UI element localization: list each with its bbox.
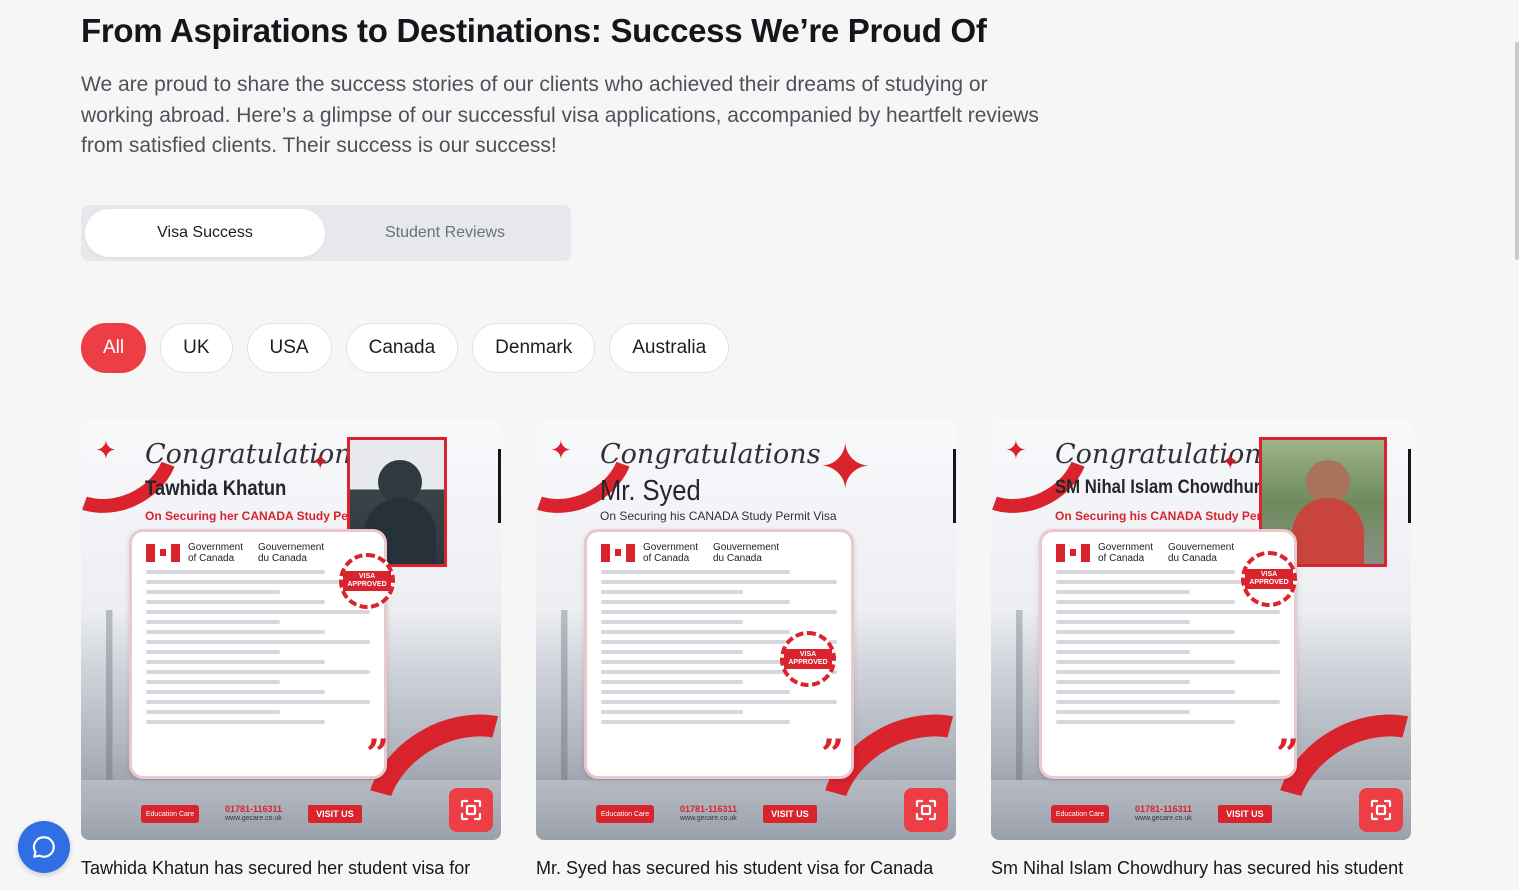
- poster-subline: On Securing his CANADA Study Permit Visa: [600, 509, 837, 523]
- visa-poster[interactable]: ✦ Congratulations ✦ SM Nihal Islam Chowd…: [991, 421, 1411, 840]
- visit-us-badge: VISIT US: [763, 805, 817, 823]
- chat-icon: [32, 836, 55, 858]
- expand-button[interactable]: [449, 788, 493, 832]
- maple-leaf-icon: ✦: [1221, 449, 1240, 474]
- visit-us-badge: VISIT US: [308, 805, 362, 823]
- scrollbar-thumb[interactable]: [1515, 42, 1519, 260]
- expand-icon: [1370, 799, 1392, 821]
- poster-contact: 01781-116311 www.gecare.co.uk: [225, 804, 283, 822]
- maple-leaf-icon: ✦: [818, 431, 872, 503]
- gov-fr: Gouvernement du Canada: [1168, 542, 1235, 564]
- quote-icon: ”: [1275, 731, 1299, 778]
- edge-bar: [953, 449, 956, 523]
- visit-us-badge: VISIT US: [1218, 805, 1272, 823]
- tab-visa-success[interactable]: Visa Success: [85, 209, 325, 257]
- page: From Aspirations to Destinations: Succes…: [0, 0, 1519, 890]
- filter-australia[interactable]: Australia: [609, 323, 730, 373]
- poster-footer: Education Care 01781-116311 www.gecare.c…: [141, 804, 362, 824]
- poster-contact: 01781-116311 www.gecare.co.uk: [1135, 804, 1193, 822]
- success-card: ✦ Congratulations ✦ Tawhida Khatun On Se…: [81, 421, 501, 879]
- visa-poster[interactable]: ✦ Congratulations ✦ Tawhida Khatun On Se…: [81, 421, 501, 840]
- poster-footer: Education Care 01781-116311 www.gecare.c…: [596, 804, 817, 824]
- filter-uk[interactable]: UK: [160, 323, 233, 373]
- success-cards: ✦ Congratulations ✦ Tawhida Khatun On Se…: [81, 421, 1411, 879]
- filter-canada[interactable]: Canada: [345, 323, 459, 373]
- edge-bar: [1408, 449, 1411, 523]
- gov-en: Government of Canada: [188, 542, 244, 564]
- canada-flag-icon: [146, 544, 180, 562]
- poster-name: Mr. Syed: [600, 475, 701, 507]
- poster-congrats: Congratulations: [145, 439, 366, 470]
- expand-button[interactable]: [1359, 788, 1403, 832]
- gov-en: Government of Canada: [1098, 542, 1154, 564]
- maple-leaf-icon: ✦: [311, 449, 330, 474]
- quote-icon: ”: [365, 731, 389, 778]
- person-body: [1292, 498, 1364, 564]
- page-description: We are proud to share the success storie…: [81, 73, 1039, 157]
- filter-usa[interactable]: USA: [246, 323, 332, 373]
- brand-logo: Education Care: [141, 805, 199, 823]
- gov-fr: Gouvernement du Canada: [258, 542, 325, 564]
- visa-approved-stamp: VISA APPROVED: [780, 631, 836, 687]
- expand-icon: [915, 799, 937, 821]
- poster-contact: 01781-116311 www.gecare.co.uk: [680, 804, 738, 822]
- gov-en: Government of Canada: [643, 542, 699, 564]
- country-filter: All UK USA Canada Denmark Australia: [81, 323, 730, 373]
- poster-congrats: Congratulations: [1055, 439, 1276, 470]
- brand-logo: Education Care: [1051, 805, 1109, 823]
- maple-leaf-icon: ✦: [95, 435, 117, 465]
- expand-button[interactable]: [904, 788, 948, 832]
- poster-congrats: Congratulations: [600, 439, 821, 470]
- canada-flag-icon: [1056, 544, 1090, 562]
- visa-approved-stamp: VISA APPROVED: [339, 553, 395, 609]
- gov-header: Government of Canada Gouvernement du Can…: [146, 542, 370, 564]
- edge-bar: [498, 449, 501, 523]
- tab-switcher: Visa Success Student Reviews: [81, 205, 571, 261]
- tab-student-reviews[interactable]: Student Reviews: [325, 209, 565, 257]
- card-caption[interactable]: Sm Nihal Islam Chowdhury has secured his…: [991, 858, 1411, 879]
- visa-approved-stamp: VISA APPROVED: [1241, 551, 1297, 607]
- maple-leaf-icon: ✦: [1005, 435, 1027, 465]
- maple-leaf-icon: ✦: [550, 435, 572, 465]
- chat-button[interactable]: [18, 821, 70, 873]
- filter-all[interactable]: All: [81, 323, 147, 373]
- canada-flag-icon: [601, 544, 635, 562]
- card-caption[interactable]: Tawhida Khatun has secured her student v…: [81, 858, 501, 879]
- visa-poster[interactable]: ✦ Congratulations Mr. Syed On Securing h…: [536, 421, 956, 840]
- filter-denmark[interactable]: Denmark: [472, 323, 596, 373]
- poster-name: SM Nihal Islam Chowdhury: [1055, 477, 1270, 498]
- gov-fr: Gouvernement du Canada: [713, 542, 780, 564]
- gov-header: Government of Canada Gouvernement du Can…: [601, 542, 837, 564]
- quote-icon: ”: [820, 731, 844, 778]
- poster-name: Tawhida Khatun: [145, 477, 287, 500]
- success-card: ✦ Congratulations ✦ SM Nihal Islam Chowd…: [991, 421, 1411, 879]
- success-card: ✦ Congratulations Mr. Syed On Securing h…: [536, 421, 956, 879]
- poster-footer: Education Care 01781-116311 www.gecare.c…: [1051, 804, 1272, 824]
- page-title: From Aspirations to Destinations: Succes…: [81, 12, 987, 49]
- expand-icon: [460, 799, 482, 821]
- brand-logo: Education Care: [596, 805, 654, 823]
- card-caption[interactable]: Mr. Syed has secured his student visa fo…: [536, 858, 956, 879]
